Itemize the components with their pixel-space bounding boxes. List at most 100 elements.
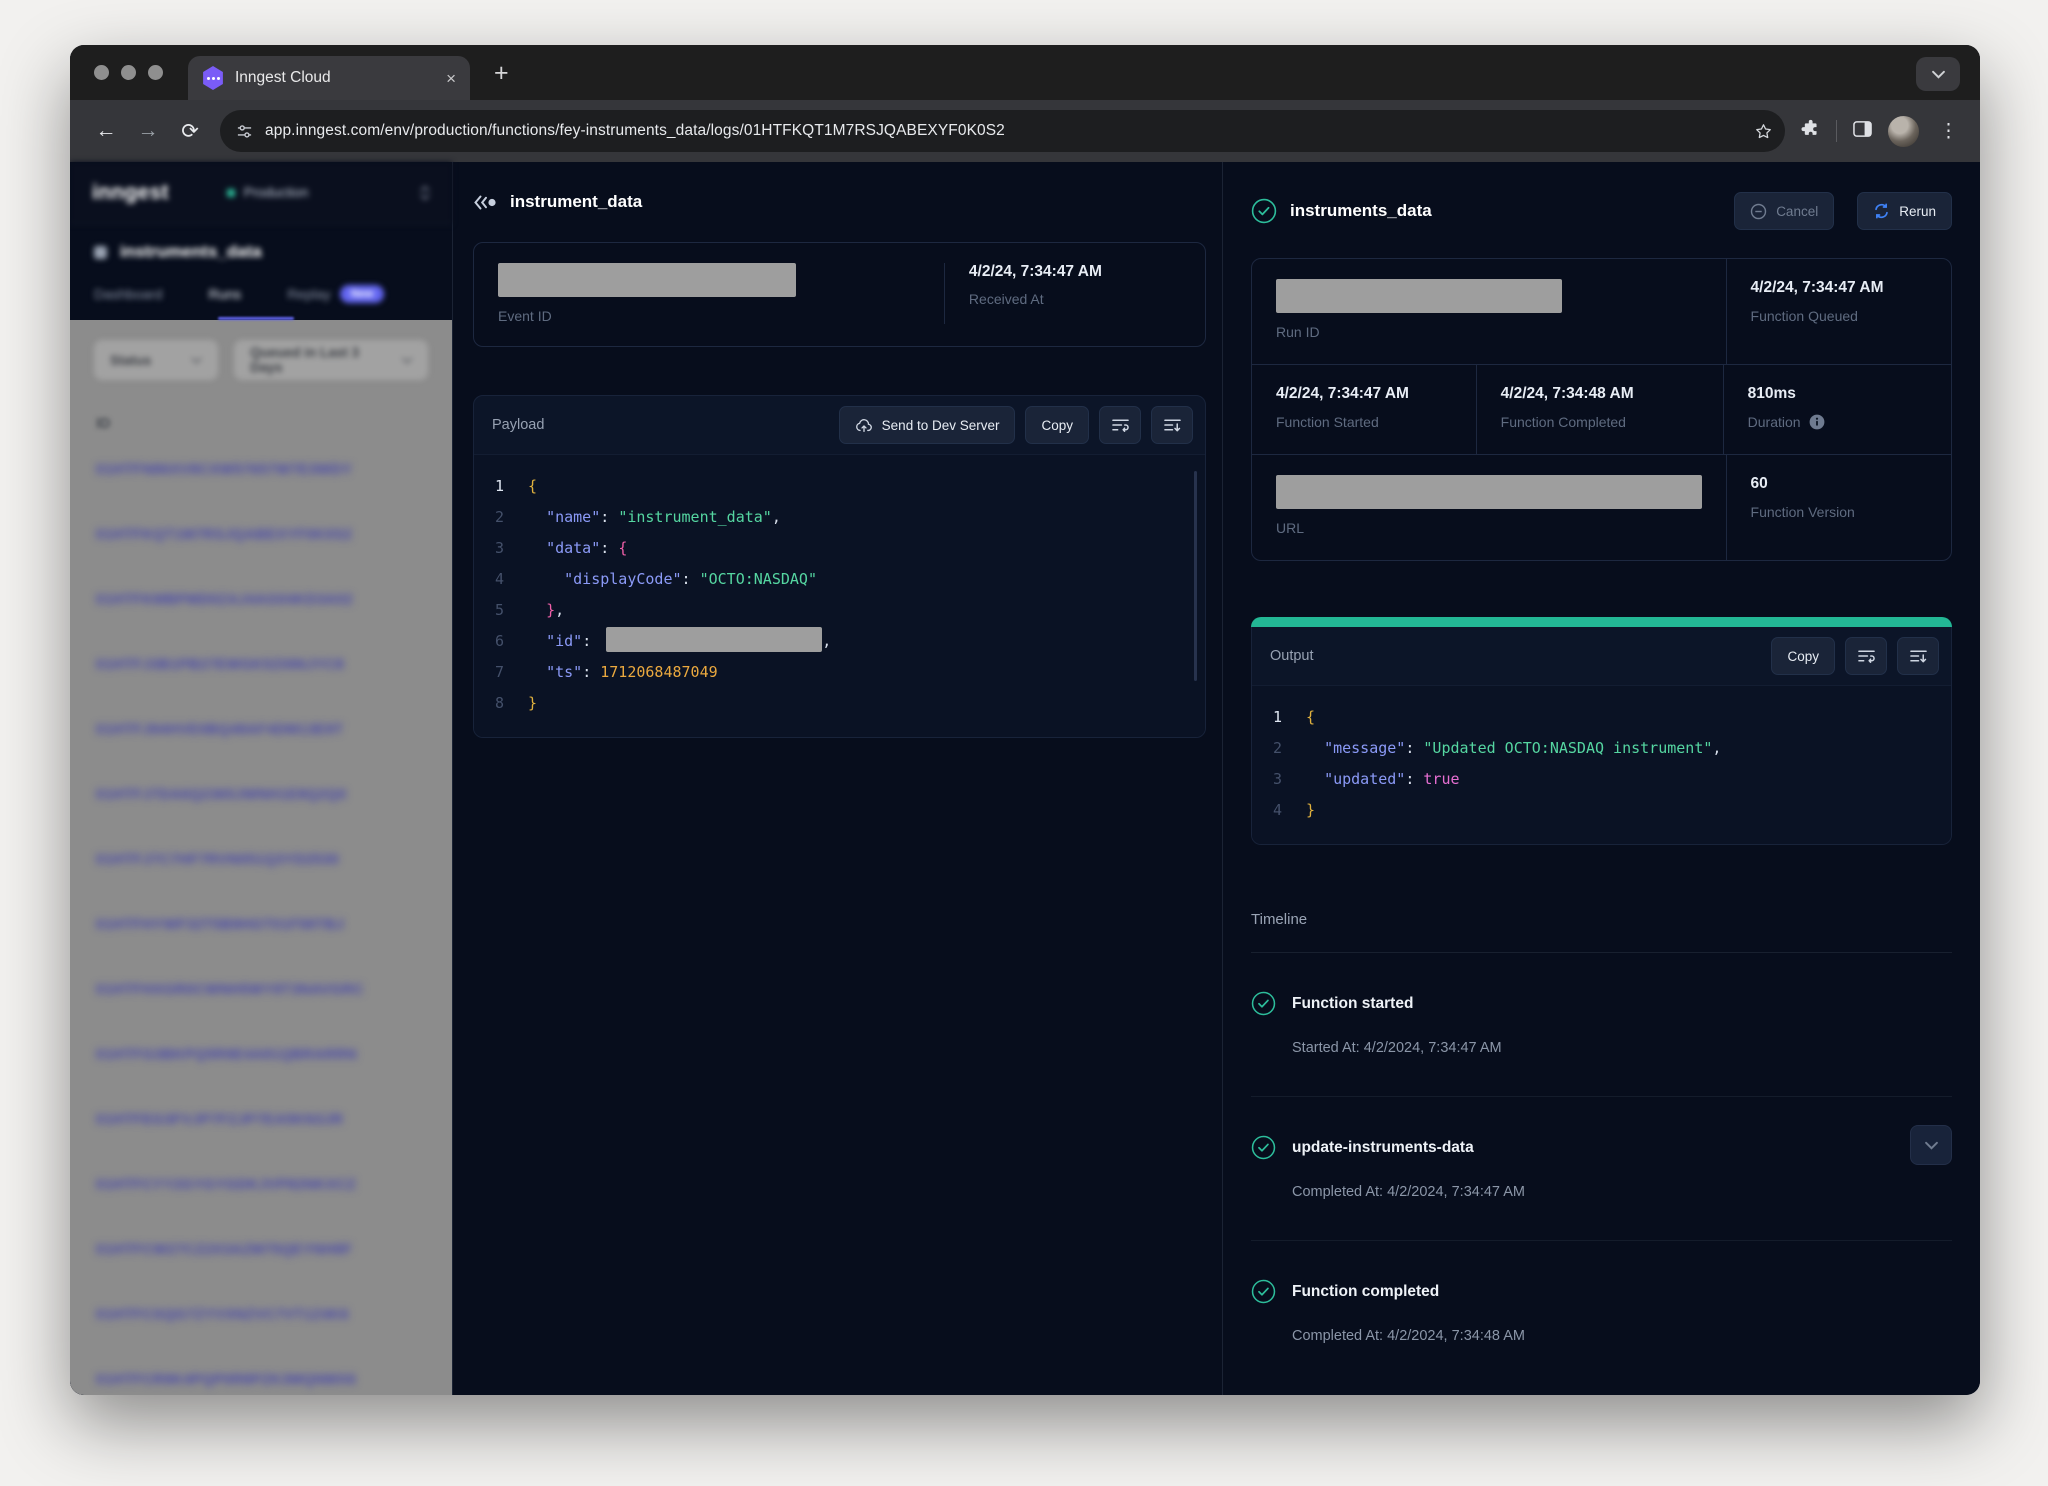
output-copy-button[interactable]: Copy	[1771, 637, 1835, 675]
run-id-link[interactable]: 01HTFJ94HVE0BQ48AF4DM13E9T	[96, 722, 426, 787]
function-started-cell: 4/2/24, 7:34:47 AM Function Started	[1252, 365, 1476, 454]
timeline-item-title: Function started	[1292, 995, 1413, 1013]
function-started-label: Function Started	[1276, 414, 1452, 430]
duration-cell: 810ms Duration	[1723, 365, 1951, 454]
browser-menu-icon[interactable]: ⋮	[1935, 120, 1962, 143]
run-details-card: Run ID 4/2/24, 7:34:47 AM Function Queue…	[1251, 258, 1952, 561]
info-icon[interactable]	[1809, 414, 1825, 430]
scroll-to-bottom-button[interactable]	[1151, 406, 1193, 444]
new-tab-button[interactable]: +	[494, 61, 509, 86]
output-code: 1{2 "message": "Updated OCTO:NASDAQ inst…	[1252, 685, 1951, 844]
run-id-link[interactable]: 01HTFCSQG7ZYVXNZVC7VT1Z4K6	[96, 1307, 426, 1372]
inngest-favicon-icon	[202, 66, 224, 90]
send-button-label: Send to Dev Server	[882, 418, 1000, 433]
env-sort-icon[interactable]	[420, 186, 430, 200]
traffic-lights[interactable]	[94, 65, 163, 80]
output-success-bar	[1251, 617, 1952, 627]
function-title-row: instruments_data	[94, 242, 428, 262]
bookmark-star-icon[interactable]	[1754, 122, 1773, 141]
wrap-text-button[interactable]	[1845, 637, 1887, 675]
status-filter[interactable]: Status	[94, 340, 218, 380]
env-status-dot-icon	[227, 189, 235, 197]
tab-title: Inngest Cloud	[235, 69, 435, 87]
back-button[interactable]: ←	[88, 113, 124, 149]
event-id-cell: Event ID	[474, 263, 944, 324]
timeline-expand-button[interactable]	[1910, 1125, 1952, 1165]
inngest-logo[interactable]: inngest	[92, 181, 169, 205]
run-id-link[interactable]: 01HTFCR9K4PQP0R8PZK3MQNMX6	[96, 1372, 426, 1395]
tab-close-icon[interactable]: ×	[446, 70, 456, 87]
run-id-link[interactable]: 01HTFHXGR0CWNH5WY8T3NAVGRC	[96, 982, 426, 1047]
close-window-icon[interactable]	[94, 65, 109, 80]
sidebar-tab-dashboard[interactable]: Dashboard	[94, 286, 163, 302]
url-bar[interactable]: app.inngest.com/env/production/functions…	[220, 110, 1785, 152]
run-id-link[interactable]: 01HTFKQT1M7RSJQABEXYF0K0S2	[96, 527, 426, 592]
event-icon	[473, 195, 497, 210]
extensions-icon[interactable]	[1801, 119, 1820, 143]
minimize-window-icon[interactable]	[121, 65, 136, 80]
run-id-link[interactable]: 01HTFKMBPMD0ZAJ4AG04KD3A02	[96, 592, 426, 657]
send-to-dev-server-button[interactable]: Send to Dev Server	[839, 406, 1016, 444]
run-id-link[interactable]: 01HTFN86XV8CXW57657W7E3WDY	[96, 462, 426, 527]
payload-code: 1{2 "name": "instrument_data",3 "data": …	[474, 454, 1205, 737]
sidebar-tab-replay[interactable]: ReplayNew	[287, 285, 384, 303]
run-id-link[interactable]: 01HTFJ3B1PB27EWGK5Z086JYC8	[96, 657, 426, 722]
site-settings-icon[interactable]	[236, 123, 253, 140]
function-completed-label: Function Completed	[1501, 414, 1699, 430]
step-success-icon	[1251, 1279, 1276, 1304]
run-panel: instruments_data Cancel Rerun	[1223, 162, 1980, 1395]
browser-window: Inngest Cloud × + ← → ⟳ app.inngest.com/…	[70, 45, 1980, 1395]
chevron-down-icon	[1932, 70, 1945, 79]
code-scrollbar[interactable]	[1194, 471, 1197, 681]
run-id-redacted	[1276, 279, 1562, 313]
function-queued-value: 4/2/24, 7:34:47 AM	[1751, 279, 1927, 297]
payload-copy-button[interactable]: Copy	[1025, 406, 1089, 444]
code-line: 1{	[474, 471, 1205, 502]
tab-strip: Inngest Cloud × +	[70, 45, 1980, 100]
chevron-down-icon	[191, 357, 202, 364]
event-title: instrument_data	[510, 192, 642, 212]
new-badge: New	[340, 285, 385, 303]
wrap-text-icon	[1858, 649, 1875, 663]
copy-button-label: Copy	[1041, 418, 1073, 433]
payload-card: Payload Send to Dev Server Copy	[473, 395, 1206, 738]
profile-avatar[interactable]	[1888, 116, 1919, 147]
run-id-link[interactable]: 01HTFHYWF32T5B9HGT01F58TBJ	[96, 917, 426, 982]
browser-tab[interactable]: Inngest Cloud ×	[188, 56, 470, 100]
zoom-window-icon[interactable]	[148, 65, 163, 80]
time-range-filter[interactable]: Queued in Last 3 Days	[234, 340, 428, 380]
run-id-link[interactable]: 01HTFJ7C7HF7RVN051Q3YD2530	[96, 852, 426, 917]
tab-search-button[interactable]	[1916, 57, 1960, 91]
copy-button-label: Copy	[1787, 649, 1819, 664]
run-id-link[interactable]: 01HTFG3BKPQ5R9E4A81QBRARRN	[96, 1047, 426, 1112]
wrap-text-icon	[1112, 418, 1129, 432]
url-text[interactable]: app.inngest.com/env/production/functions…	[265, 122, 1742, 140]
event-id-label: Event ID	[498, 308, 920, 324]
code-line: 8}	[474, 688, 1205, 719]
function-name: instruments_data	[120, 242, 262, 262]
reload-button[interactable]: ⟳	[172, 113, 208, 149]
event-panel-header: instrument_data	[473, 192, 1206, 212]
cancel-button[interactable]: Cancel	[1734, 192, 1834, 230]
id-column-header: ID	[70, 380, 452, 432]
url-cell: URL	[1252, 455, 1726, 560]
run-id-link[interactable]: 01HTFCYY2GYGYGDKJVP82NKXCZ	[96, 1177, 426, 1242]
sidebar-tab-runs[interactable]: Runs	[209, 286, 242, 302]
timeline-item: Function completedCompleted At: 4/2/2024…	[1251, 1241, 1952, 1384]
run-id-link[interactable]: 01HTFEG3FVJP7FZJP7EA5KN3JR	[96, 1112, 426, 1177]
environment-switcher[interactable]: Production	[227, 185, 309, 200]
forward-button[interactable]: →	[130, 113, 166, 149]
code-line: 4}	[1252, 795, 1951, 826]
success-check-icon	[1251, 198, 1277, 224]
wrap-text-button[interactable]	[1099, 406, 1141, 444]
sidebar: inngest Production instruments_dat	[70, 162, 453, 1395]
run-id-link[interactable]: 01HTFJ7DA6Q2365JWNH1E8Q2Q0	[96, 787, 426, 852]
side-panel-icon[interactable]	[1853, 120, 1872, 143]
output-title: Output	[1270, 648, 1314, 664]
rerun-button[interactable]: Rerun	[1857, 192, 1952, 230]
run-id-link[interactable]: 01HTFCW27CZ2X3AZM75QEYNH8F	[96, 1242, 426, 1307]
run-id-cell: Run ID	[1252, 259, 1726, 364]
sidebar-tabs: Dashboard Runs ReplayNew	[94, 285, 428, 303]
run-header: instruments_data Cancel Rerun	[1251, 192, 1952, 230]
scroll-to-bottom-button[interactable]	[1897, 637, 1939, 675]
